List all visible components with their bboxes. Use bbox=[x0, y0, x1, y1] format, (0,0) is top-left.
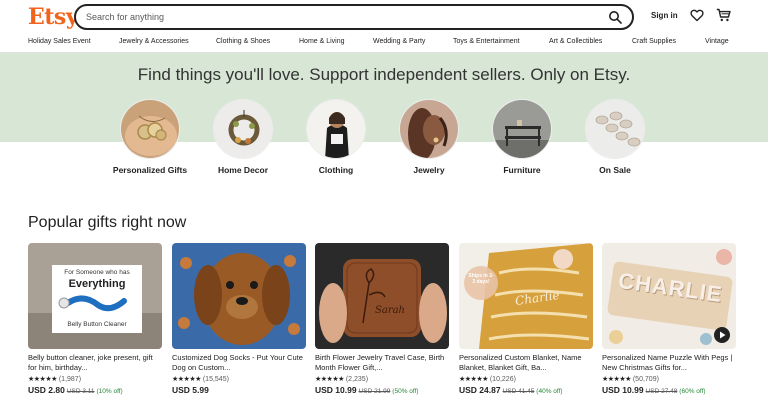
circle-item-jewelry[interactable]: Jewelry bbox=[389, 99, 469, 175]
price-original: USD 41.45 bbox=[502, 388, 535, 395]
play-video-button[interactable] bbox=[714, 327, 730, 343]
review-count: (50,709) bbox=[632, 376, 659, 383]
search-input[interactable] bbox=[86, 9, 586, 25]
circle-label: Home Decor bbox=[217, 165, 269, 175]
circle-item-furniture[interactable]: Furniture bbox=[482, 99, 562, 175]
on-sale-image bbox=[585, 99, 645, 159]
product-rating: ★★★★★ (2,235) bbox=[315, 375, 449, 383]
price-current: USD 10.99 bbox=[315, 385, 357, 395]
price-original: USD 27.48 bbox=[645, 388, 678, 395]
nav-item-art-collectibles[interactable]: Art & Collectibles bbox=[549, 38, 602, 45]
product-price: USD 2.80 USD 3.11 (10% off) bbox=[28, 385, 162, 395]
product-title[interactable]: Personalized Custom Blanket, Name Blanke… bbox=[459, 353, 593, 373]
circle-label: Personalized Gifts bbox=[112, 165, 188, 175]
product-image[interactable] bbox=[172, 243, 306, 349]
product-price: USD 10.99 USD 27.48 (60% off) bbox=[602, 385, 736, 395]
product-rating: ★★★★★ (10,226) bbox=[459, 375, 593, 383]
thumb-text-big: Everything bbox=[68, 278, 126, 290]
nav-item-craft-supplies[interactable]: Craft Supplies bbox=[632, 38, 676, 45]
category-nav: Holiday Sales Event Jewelry & Accessorie… bbox=[0, 34, 768, 53]
clothing-image bbox=[306, 99, 366, 159]
product-card[interactable]: CHARLIE Personalized Name Puzzle With Pe… bbox=[602, 243, 736, 395]
product-card[interactable]: Sarah Birth Flower Jewelry Travel Case, … bbox=[315, 243, 449, 395]
thumb-text-top: For Someone who has bbox=[64, 269, 130, 276]
price-original: USD 21.99 bbox=[358, 388, 391, 395]
product-image[interactable]: CHARLIE bbox=[602, 243, 736, 349]
price-discount: (50% off) bbox=[392, 388, 419, 395]
nav-item-clothing-shoes[interactable]: Clothing & Shoes bbox=[216, 38, 270, 45]
circle-item-home-decor[interactable]: Home Decor bbox=[203, 99, 283, 175]
review-count: (1,987) bbox=[58, 376, 82, 383]
product-card[interactable]: Ships in 2-3 days! Charlie Personalized … bbox=[459, 243, 593, 395]
product-rating: ★★★★★ (15,545) bbox=[172, 375, 306, 383]
product-price: USD 24.87 USD 41.45 (40% off) bbox=[459, 385, 593, 395]
star-rating-icon: ★★★★★ bbox=[459, 376, 488, 383]
review-count: (10,226) bbox=[489, 376, 516, 383]
product-card[interactable]: For Someone who has Everything Belly But… bbox=[28, 243, 162, 395]
price-current: USD 24.87 bbox=[459, 385, 501, 395]
product-rating: ★★★★★ (50,709) bbox=[602, 375, 736, 383]
circle-item-clothing[interactable]: Clothing bbox=[296, 99, 376, 175]
circle-label: Jewelry bbox=[413, 165, 445, 175]
sign-in-button[interactable]: Sign in bbox=[651, 11, 678, 20]
circle-label: Furniture bbox=[503, 165, 541, 175]
nav-item-home-living[interactable]: Home & Living bbox=[299, 38, 345, 45]
thumb-text-bottom: Belly Button Cleaner bbox=[67, 321, 127, 328]
product-price: USD 10.99 USD 21.99 (50% off) bbox=[315, 385, 449, 395]
circle-label: Clothing bbox=[318, 165, 354, 175]
price-discount: (60% off) bbox=[679, 388, 706, 395]
search-bar bbox=[74, 4, 634, 30]
product-title[interactable]: Customized Dog Socks - Put Your Cute Dog… bbox=[172, 353, 306, 373]
price-current: USD 2.80 bbox=[28, 385, 65, 395]
circle-label: On Sale bbox=[599, 165, 631, 175]
review-count: (2,235) bbox=[345, 376, 369, 383]
nav-item-wedding-party[interactable]: Wedding & Party bbox=[373, 38, 425, 45]
home-decor-image bbox=[213, 99, 273, 159]
site-header: Etsy Sign in bbox=[0, 0, 768, 34]
jewelry-image bbox=[399, 99, 459, 159]
category-circles: Personalized Gifts Home Decor Clothing J… bbox=[0, 99, 768, 199]
price-original: USD 3.11 bbox=[66, 388, 95, 395]
product-price: USD 5.99 bbox=[172, 385, 306, 395]
nav-item-toys-entertainment[interactable]: Toys & Entertainment bbox=[453, 38, 520, 45]
star-rating-icon: ★★★★★ bbox=[315, 376, 344, 383]
product-image[interactable]: Sarah bbox=[315, 243, 449, 349]
furniture-image bbox=[492, 99, 552, 159]
hero-title: Find things you'll love. Support indepen… bbox=[137, 65, 631, 84]
cart-icon[interactable] bbox=[716, 8, 731, 22]
section-title: Popular gifts right now bbox=[28, 214, 187, 231]
price-discount: (40% off) bbox=[536, 388, 563, 395]
price-current: USD 5.99 bbox=[172, 385, 209, 395]
price-current: USD 10.99 bbox=[602, 385, 644, 395]
product-rating: ★★★★★ (1,987) bbox=[28, 375, 162, 383]
nav-item-vintage[interactable]: Vintage bbox=[705, 38, 729, 45]
nav-item-holiday-sales[interactable]: Holiday Sales Event bbox=[28, 38, 91, 45]
circle-item-personalized-gifts[interactable]: Personalized Gifts bbox=[110, 99, 190, 175]
price-discount: (10% off) bbox=[96, 388, 123, 395]
star-rating-icon: ★★★★★ bbox=[28, 376, 57, 383]
search-icon[interactable] bbox=[608, 10, 622, 24]
circle-item-on-sale[interactable]: On Sale bbox=[575, 99, 655, 175]
product-image[interactable]: Ships in 2-3 days! Charlie bbox=[459, 243, 593, 349]
star-rating-icon: ★★★★★ bbox=[602, 376, 631, 383]
product-grid: For Someone who has Everything Belly But… bbox=[28, 243, 740, 420]
product-title[interactable]: Personalized Name Puzzle With Pegs | New… bbox=[602, 353, 736, 373]
shipping-badge: Ships in 2-3 days! bbox=[468, 273, 494, 285]
star-rating-icon: ★★★★★ bbox=[172, 376, 201, 383]
nav-item-jewelry-accessories[interactable]: Jewelry & Accessories bbox=[119, 38, 189, 45]
thumb-name: Sarah bbox=[375, 305, 405, 316]
personalized-gifts-image bbox=[120, 99, 180, 159]
review-count: (15,545) bbox=[202, 376, 229, 383]
product-title[interactable]: Belly button cleaner, joke present, gift… bbox=[28, 353, 162, 373]
product-card[interactable]: Customized Dog Socks - Put Your Cute Dog… bbox=[172, 243, 306, 395]
heart-icon[interactable] bbox=[690, 8, 704, 22]
product-title[interactable]: Birth Flower Jewelry Travel Case, Birth … bbox=[315, 353, 449, 373]
product-image[interactable]: For Someone who has Everything Belly But… bbox=[28, 243, 162, 349]
play-icon bbox=[720, 331, 726, 339]
etsy-logo[interactable]: Etsy bbox=[28, 4, 79, 30]
